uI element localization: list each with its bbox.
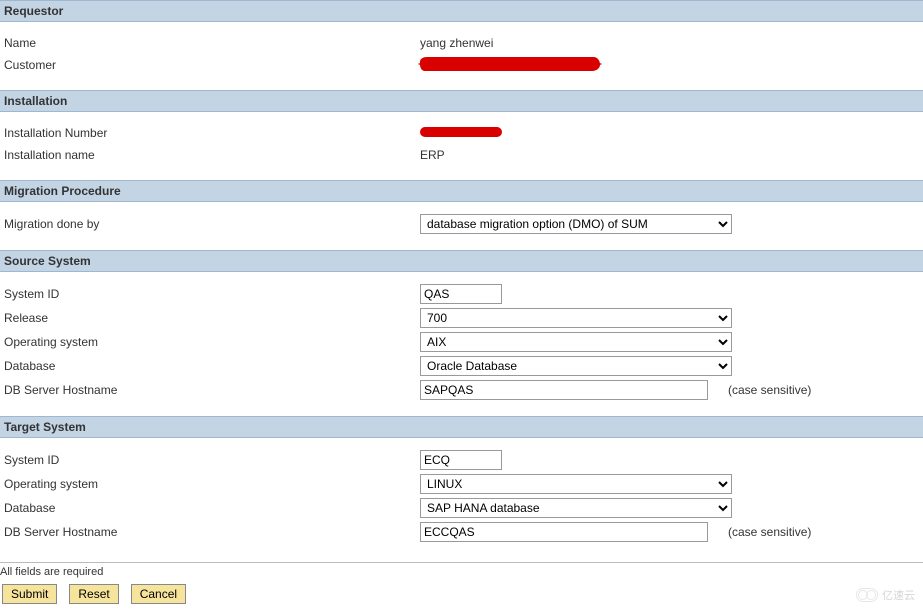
section-body-migration: Migration done by database migration opt… <box>0 202 923 250</box>
select-source-release[interactable]: 700 <box>420 308 732 328</box>
value-customer-redacted <box>420 57 600 74</box>
row-source-db: Database Oracle Database <box>4 354 919 378</box>
label-target-os: Operating system <box>4 477 420 491</box>
section-body-target: System ID Operating system LINUX Databas… <box>0 438 923 558</box>
label-customer: Customer <box>4 58 420 72</box>
section-body-installation: Installation Number Installation name ER… <box>0 112 923 180</box>
submit-button[interactable]: Submit <box>2 584 57 604</box>
label-source-system-id: System ID <box>4 287 420 301</box>
row-installation-name: Installation name ERP <box>4 144 919 166</box>
value-installation-name: ERP <box>420 148 445 162</box>
select-migration-done-by[interactable]: database migration option (DMO) of SUM <box>420 214 732 234</box>
label-migration-done-by: Migration done by <box>4 217 420 231</box>
input-source-system-id[interactable] <box>420 284 502 304</box>
section-body-requestor: Name yang zhenwei Customer <box>0 22 923 90</box>
label-source-release: Release <box>4 311 420 325</box>
section-header-migration: Migration Procedure <box>0 180 923 202</box>
row-target-host: DB Server Hostname (case sensitive) <box>4 520 919 544</box>
label-name: Name <box>4 36 420 50</box>
value-installation-number-redacted <box>420 126 502 140</box>
label-source-os: Operating system <box>4 335 420 349</box>
value-name: yang zhenwei <box>420 36 493 50</box>
row-installation-number: Installation Number <box>4 122 919 144</box>
row-migration-done-by: Migration done by database migration opt… <box>4 212 919 236</box>
row-name: Name yang zhenwei <box>4 32 919 54</box>
redaction-mark <box>420 57 600 71</box>
hint-target-host: (case sensitive) <box>728 525 811 539</box>
row-target-os: Operating system LINUX <box>4 472 919 496</box>
label-installation-number: Installation Number <box>4 126 420 140</box>
required-note: All fields are required <box>0 562 923 578</box>
row-source-host: DB Server Hostname (case sensitive) <box>4 378 919 402</box>
input-source-host[interactable] <box>420 380 708 400</box>
row-customer: Customer <box>4 54 919 76</box>
row-target-db: Database SAP HANA database <box>4 496 919 520</box>
label-target-system-id: System ID <box>4 453 420 467</box>
label-source-db: Database <box>4 359 420 373</box>
label-source-host: DB Server Hostname <box>4 383 420 397</box>
select-source-db[interactable]: Oracle Database <box>420 356 732 376</box>
select-target-db[interactable]: SAP HANA database <box>420 498 732 518</box>
input-target-host[interactable] <box>420 522 708 542</box>
label-target-host: DB Server Hostname <box>4 525 420 539</box>
section-header-target: Target System <box>0 416 923 438</box>
section-header-requestor: Requestor <box>0 0 923 22</box>
hint-source-host: (case sensitive) <box>728 383 811 397</box>
select-target-os[interactable]: LINUX <box>420 474 732 494</box>
input-target-system-id[interactable] <box>420 450 502 470</box>
row-source-os: Operating system AIX <box>4 330 919 354</box>
row-source-system-id: System ID <box>4 282 919 306</box>
section-header-source: Source System <box>0 250 923 272</box>
section-body-source: System ID Release 700 Operating system A… <box>0 272 923 416</box>
row-target-system-id: System ID <box>4 448 919 472</box>
reset-button[interactable]: Reset <box>69 584 118 604</box>
label-target-db: Database <box>4 501 420 515</box>
redaction-mark <box>420 127 502 137</box>
label-installation-name: Installation name <box>4 148 420 162</box>
select-source-os[interactable]: AIX <box>420 332 732 352</box>
row-source-release: Release 700 <box>4 306 919 330</box>
cancel-button[interactable]: Cancel <box>131 584 186 604</box>
button-row: Submit Reset Cancel <box>0 584 923 604</box>
section-header-installation: Installation <box>0 90 923 112</box>
